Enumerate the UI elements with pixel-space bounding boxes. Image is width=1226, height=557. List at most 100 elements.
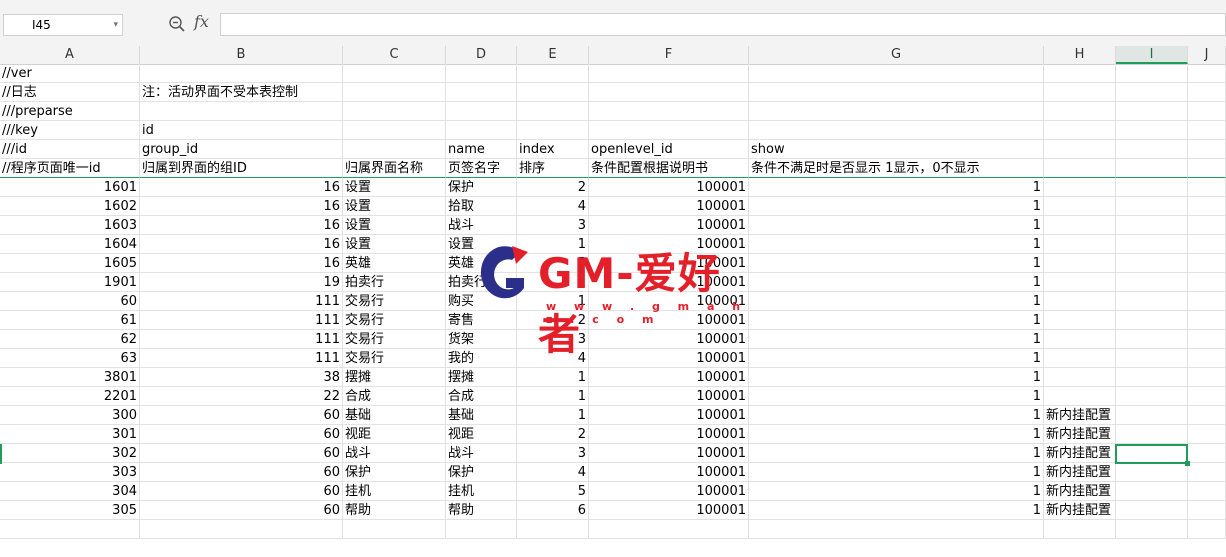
cell-e[interactable]: 5 (517, 482, 589, 501)
cell-h[interactable] (1044, 121, 1116, 140)
cell-h[interactable] (1044, 387, 1116, 406)
cell-c[interactable] (343, 140, 446, 159)
cell-b[interactable]: 38 (140, 368, 343, 387)
cell-i[interactable] (1116, 159, 1188, 178)
cell-g[interactable]: 1 (749, 197, 1044, 216)
name-box[interactable]: I45 ▾ (3, 14, 123, 36)
cell-b[interactable]: id (140, 121, 343, 140)
column-header-f[interactable]: F (589, 46, 749, 64)
cell-g[interactable] (749, 64, 1044, 83)
cell-g[interactable]: 1 (749, 406, 1044, 425)
cell-b[interactable] (140, 102, 343, 121)
cell-c[interactable]: 设置 (343, 197, 446, 216)
cell-g[interactable]: 1 (749, 501, 1044, 520)
cell-j[interactable] (1188, 254, 1226, 273)
cell-j[interactable] (1188, 311, 1226, 330)
cell-b[interactable]: 16 (140, 216, 343, 235)
cell-b[interactable]: 16 (140, 235, 343, 254)
cell-i[interactable] (1116, 463, 1188, 482)
cell-b[interactable]: 22 (140, 387, 343, 406)
cell-h[interactable] (1044, 368, 1116, 387)
cell-d[interactable] (446, 102, 517, 121)
cell-h[interactable] (1044, 520, 1116, 539)
cell-a[interactable]: 301 (0, 425, 140, 444)
cell-a[interactable]: 1603 (0, 216, 140, 235)
cell-a[interactable]: 60 (0, 292, 140, 311)
cell-j[interactable] (1188, 292, 1226, 311)
cell-i[interactable] (1116, 83, 1188, 102)
cell-j[interactable] (1188, 64, 1226, 83)
cell-g[interactable]: 1 (749, 254, 1044, 273)
cell-b[interactable]: 111 (140, 311, 343, 330)
cell-j[interactable] (1188, 159, 1226, 178)
cell-d[interactable]: 合成 (446, 387, 517, 406)
cell-f[interactable] (589, 121, 749, 140)
cell-f[interactable]: 100001 (589, 425, 749, 444)
cell-d[interactable]: 战斗 (446, 444, 517, 463)
cell-e[interactable]: 4 (517, 197, 589, 216)
cell-g[interactable]: 条件不满足时是否显示 1显示，0不显示 (749, 159, 1044, 178)
cell-c[interactable]: 交易行 (343, 349, 446, 368)
cell-e[interactable] (517, 64, 589, 83)
cell-i[interactable] (1116, 64, 1188, 83)
cell-e[interactable]: 1 (517, 406, 589, 425)
cell-g[interactable]: 1 (749, 463, 1044, 482)
cell-c[interactable]: 挂机 (343, 482, 446, 501)
cell-a[interactable]: 1604 (0, 235, 140, 254)
cell-j[interactable] (1188, 425, 1226, 444)
cell-b[interactable]: 16 (140, 178, 343, 197)
column-header-b[interactable]: B (140, 46, 343, 64)
cell-j[interactable] (1188, 273, 1226, 292)
cell-c[interactable] (343, 102, 446, 121)
cell-c[interactable]: 合成 (343, 387, 446, 406)
cell-f[interactable] (589, 64, 749, 83)
cell-h[interactable]: 新内挂配置 (1044, 463, 1116, 482)
cell-h[interactable] (1044, 235, 1116, 254)
cell-b[interactable]: 111 (140, 349, 343, 368)
cell-f[interactable]: 100001 (589, 444, 749, 463)
cell-g[interactable] (749, 520, 1044, 539)
cell-c[interactable]: 归属界面名称 (343, 159, 446, 178)
cell-a[interactable]: 1602 (0, 197, 140, 216)
cell-j[interactable] (1188, 368, 1226, 387)
cell-h[interactable] (1044, 159, 1116, 178)
cell-i[interactable] (1116, 178, 1188, 197)
cell-j[interactable] (1188, 330, 1226, 349)
cell-b[interactable]: 60 (140, 425, 343, 444)
cell-a[interactable]: 305 (0, 501, 140, 520)
cell-c[interactable] (343, 520, 446, 539)
cell-e[interactable]: 1 (517, 387, 589, 406)
cell-a[interactable]: 3801 (0, 368, 140, 387)
column-header-j[interactable]: J (1188, 46, 1226, 64)
cell-b[interactable]: 19 (140, 273, 343, 292)
cell-f[interactable]: 100001 (589, 216, 749, 235)
cell-j[interactable] (1188, 235, 1226, 254)
cell-j[interactable] (1188, 121, 1226, 140)
cell-d[interactable]: 拾取 (446, 197, 517, 216)
cell-f[interactable] (589, 520, 749, 539)
cell-h[interactable] (1044, 216, 1116, 235)
cell-c[interactable]: 拍卖行 (343, 273, 446, 292)
cell-g[interactable]: show (749, 140, 1044, 159)
cell-b[interactable]: 注：活动界面不受本表控制 (140, 83, 343, 102)
cell-h[interactable] (1044, 273, 1116, 292)
cell-i[interactable] (1116, 254, 1188, 273)
cell-g[interactable]: 1 (749, 349, 1044, 368)
cell-i[interactable] (1116, 520, 1188, 539)
cell-e[interactable] (517, 83, 589, 102)
cell-i[interactable] (1116, 387, 1188, 406)
cell-g[interactable]: 1 (749, 216, 1044, 235)
cell-g[interactable] (749, 121, 1044, 140)
cell-a[interactable]: 1601 (0, 178, 140, 197)
cell-i[interactable] (1116, 121, 1188, 140)
cell-j[interactable] (1188, 501, 1226, 520)
cell-e[interactable] (517, 520, 589, 539)
cell-c[interactable]: 基础 (343, 406, 446, 425)
cell-g[interactable]: 1 (749, 368, 1044, 387)
cell-f[interactable] (589, 83, 749, 102)
cell-j[interactable] (1188, 197, 1226, 216)
cell-b[interactable]: 60 (140, 482, 343, 501)
cell-e[interactable]: 3 (517, 216, 589, 235)
cell-c[interactable]: 帮助 (343, 501, 446, 520)
cell-g[interactable] (749, 102, 1044, 121)
